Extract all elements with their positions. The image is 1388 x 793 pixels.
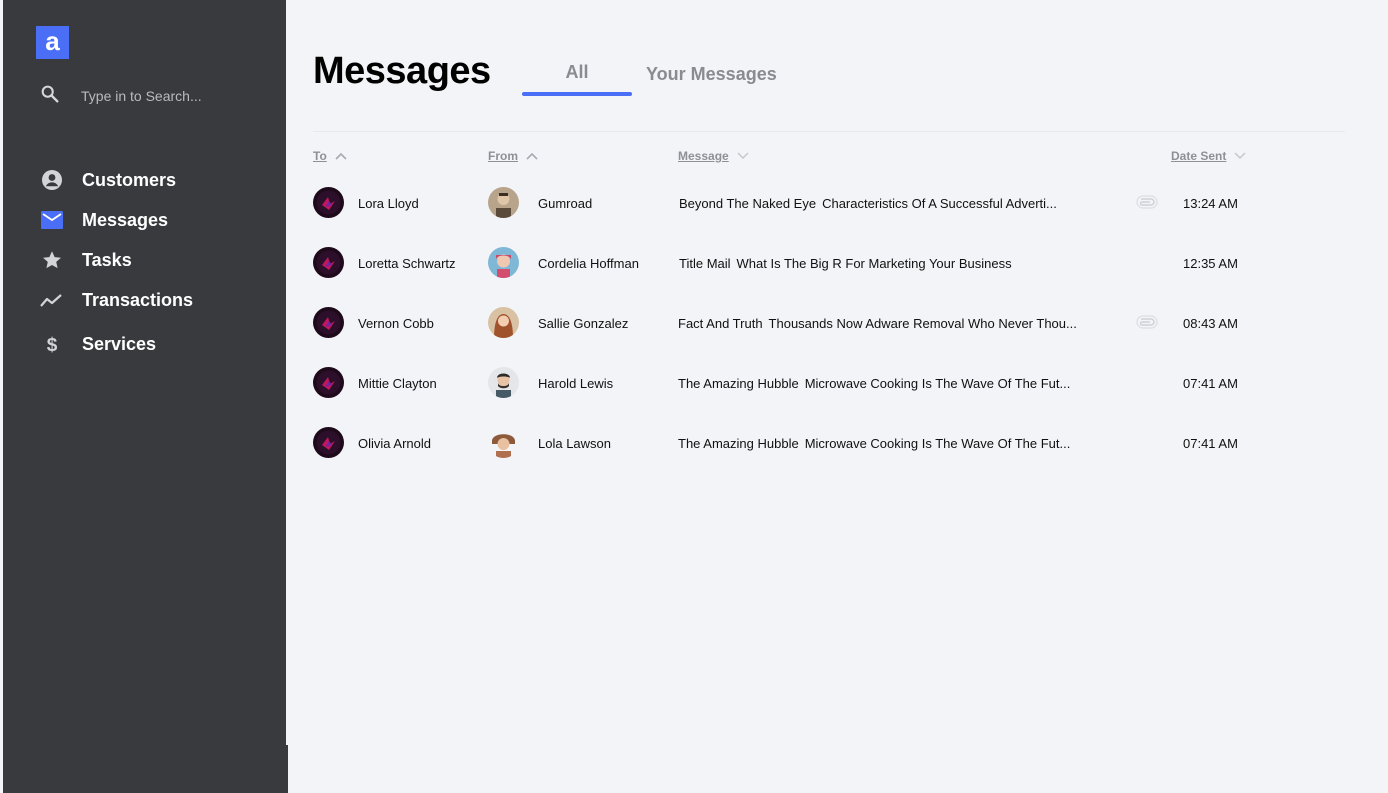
message-preview: The Amazing Hubble Microwave Cooking Is … xyxy=(678,427,1070,459)
chevron-down-icon xyxy=(737,152,749,159)
message-preview: The Amazing Hubble Microwave Cooking Is … xyxy=(678,367,1070,399)
chevron-up-icon xyxy=(335,152,347,160)
message-preview: Title Mail What Is The Big R For Marketi… xyxy=(679,247,1012,279)
sidebar-item-label: Tasks xyxy=(82,249,132,270)
column-header-label: From xyxy=(488,149,518,163)
message-body: Microwave Cooking Is The Wave Of The Fut… xyxy=(804,375,1071,391)
sender-name: Lola Lawson xyxy=(538,435,611,451)
search-input[interactable] xyxy=(81,88,261,104)
message-subject: Beyond The Naked Eye xyxy=(679,195,817,211)
sender-avatar xyxy=(488,307,519,338)
attachment-icon xyxy=(1136,195,1158,214)
table-row[interactable]: Lora Lloyd Gumroad Beyond The Naked Eye … xyxy=(313,187,1353,227)
sender-avatar xyxy=(488,187,519,218)
message-body: Characteristics Of A Successful Adverti.… xyxy=(822,195,1057,211)
column-header-date-sent[interactable]: Date Sent xyxy=(1171,149,1246,163)
sender-avatar xyxy=(488,247,519,278)
search-icon xyxy=(39,83,61,110)
date-sent: 12:35 AM xyxy=(1183,255,1238,271)
sidebar-item-services[interactable]: $ Services xyxy=(39,324,279,364)
page-title: Messages xyxy=(313,50,491,92)
date-sent: 13:24 AM xyxy=(1183,195,1238,211)
recipient-avatar xyxy=(313,367,344,398)
recipient-avatar xyxy=(313,307,344,338)
search-bar xyxy=(39,84,269,108)
sidebar-item-customers[interactable]: Customers xyxy=(39,160,279,200)
sender-avatar xyxy=(488,427,519,458)
trend-line-icon xyxy=(39,287,65,313)
table-row[interactable]: Loretta Schwartz Cordelia Hoffman Title … xyxy=(313,247,1353,287)
envelope-icon xyxy=(39,207,65,233)
active-tab-indicator xyxy=(522,92,632,96)
user-circle-icon xyxy=(39,167,65,193)
tab-label: Your Messages xyxy=(646,64,777,84)
table-row[interactable]: Mittie Clayton Harold Lewis The Amazing … xyxy=(313,367,1353,407)
message-preview: Fact And Truth Thousands Now Adware Remo… xyxy=(678,307,1077,339)
sender-name: Sallie Gonzalez xyxy=(538,315,629,331)
column-header-message[interactable]: Message xyxy=(678,149,749,163)
sidebar-nav: Customers Messages Tasks Transactions $ … xyxy=(39,160,279,364)
sidebar-item-label: Customers xyxy=(82,169,177,190)
message-subject: The Amazing Hubble xyxy=(678,375,799,391)
main-panel: Messages All Your Messages To From Messa… xyxy=(288,0,1388,793)
recipient-avatar xyxy=(313,427,344,458)
recipient-avatar xyxy=(313,247,344,278)
date-sent: 08:43 AM xyxy=(1183,315,1238,331)
star-icon xyxy=(39,247,65,273)
message-body: Microwave Cooking Is The Wave Of The Fut… xyxy=(804,435,1071,451)
recipient-name: Olivia Arnold xyxy=(358,435,431,451)
column-header-label: Date Sent xyxy=(1171,149,1227,163)
sender-name: Gumroad xyxy=(538,195,593,211)
message-body: Thousands Now Adware Removal Who Never T… xyxy=(768,315,1077,331)
dollar-icon: $ xyxy=(39,331,65,357)
sidebar-item-tasks[interactable]: Tasks xyxy=(39,240,279,280)
message-subject: Fact And Truth xyxy=(678,315,763,331)
message-subject: The Amazing Hubble xyxy=(678,435,799,451)
sidebar-item-label: Transactions xyxy=(82,289,194,310)
sidebar-item-transactions[interactable]: Transactions xyxy=(39,280,279,320)
recipient-name: Loretta Schwartz xyxy=(358,255,456,271)
recipient-name: Vernon Cobb xyxy=(358,315,434,331)
recipient-avatar xyxy=(313,187,344,218)
column-header-label: Message xyxy=(678,149,729,163)
recipient-name: Mittie Clayton xyxy=(358,375,437,391)
tab-your-messages[interactable]: Your Messages xyxy=(646,64,777,85)
tab-label: All xyxy=(565,62,589,82)
message-subject: Title Mail xyxy=(679,255,731,271)
sidebar: a Customers Messages Tasks xyxy=(3,0,286,793)
chevron-up-icon xyxy=(526,152,538,160)
attachment-icon xyxy=(1136,315,1158,334)
table-row[interactable]: Olivia Arnold Lola Lawson The Amazing Hu… xyxy=(313,427,1353,467)
sender-name: Cordelia Hoffman xyxy=(538,255,639,271)
sender-name: Harold Lewis xyxy=(538,375,614,391)
app-logo[interactable]: a xyxy=(36,26,69,59)
message-body: What Is The Big R For Marketing Your Bus… xyxy=(736,255,1012,271)
column-header-label: To xyxy=(313,149,327,163)
table-row[interactable]: Vernon Cobb Sallie Gonzalez Fact And Tru… xyxy=(313,307,1353,347)
recipient-name: Lora Lloyd xyxy=(358,195,419,211)
sender-avatar xyxy=(488,367,519,398)
chevron-down-icon xyxy=(1234,152,1246,159)
message-preview: Beyond The Naked Eye Characteristics Of … xyxy=(679,187,1057,219)
sidebar-item-messages[interactable]: Messages xyxy=(39,200,279,240)
date-sent: 07:41 AM xyxy=(1183,435,1238,451)
sidebar-item-label: Messages xyxy=(82,209,169,230)
divider xyxy=(313,131,1345,132)
sidebar-item-label: Services xyxy=(82,333,157,354)
tab-all[interactable]: All xyxy=(522,62,632,96)
svg-text:$: $ xyxy=(47,335,58,355)
column-header-to[interactable]: To xyxy=(313,149,347,163)
date-sent: 07:41 AM xyxy=(1183,375,1238,391)
column-header-from[interactable]: From xyxy=(488,149,538,163)
